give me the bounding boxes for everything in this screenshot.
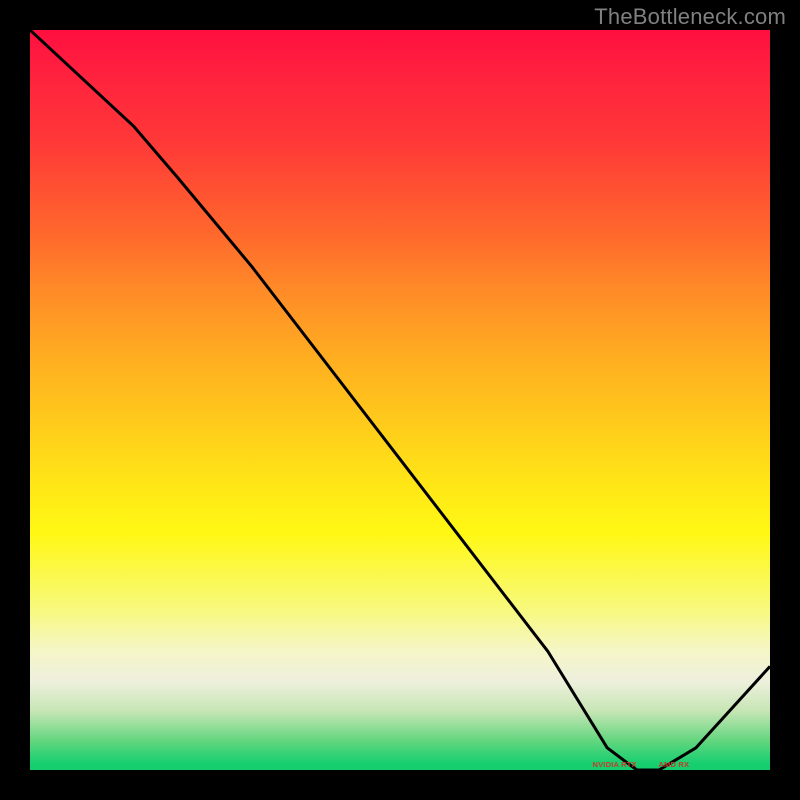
attribution-text: TheBottleneck.com [594, 4, 786, 30]
bottleneck-curve [30, 30, 770, 770]
chart-frame: TheBottleneck.com NVIDIA RTX AMD RX [0, 0, 800, 800]
curve-path [30, 30, 770, 770]
plot-area: NVIDIA RTX AMD RX [30, 30, 770, 770]
